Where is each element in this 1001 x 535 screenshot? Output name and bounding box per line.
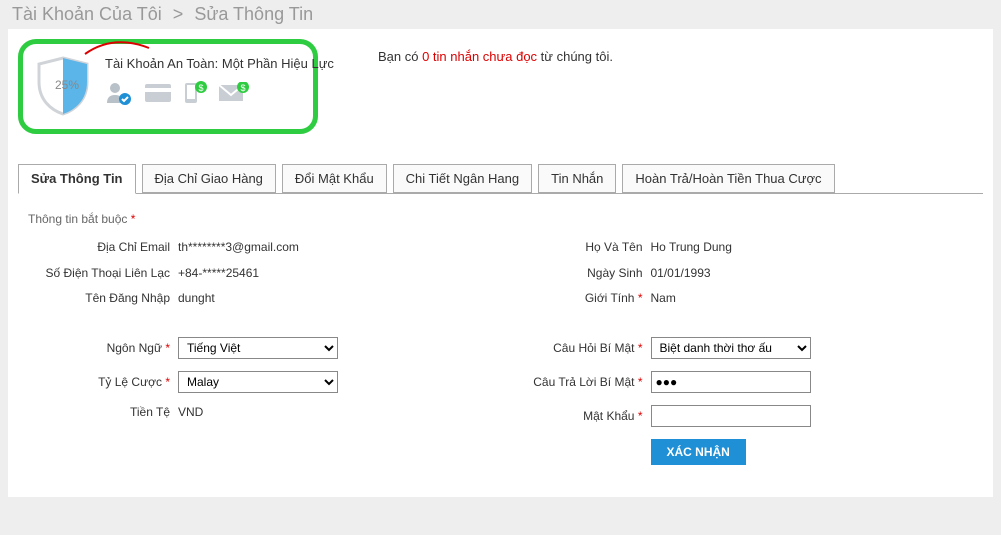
breadcrumb-current: Sửa Thông Tin bbox=[194, 4, 313, 24]
required-note: Thông tin bắt buộc * bbox=[28, 212, 973, 226]
fullname-value: Ho Trung Dung bbox=[651, 240, 732, 256]
mobile-money-icon: $ bbox=[183, 81, 207, 108]
svg-text:25%: 25% bbox=[55, 78, 79, 92]
svg-text:$: $ bbox=[241, 83, 246, 93]
username-label: Tên Đăng Nhập bbox=[28, 291, 178, 307]
currency-label: Tiền Tệ bbox=[28, 405, 178, 419]
language-select[interactable]: Tiếng Việt bbox=[178, 337, 338, 359]
phone-label: Số Điện Thoại Liên Lạc bbox=[28, 266, 178, 282]
svg-text:$: $ bbox=[199, 83, 204, 93]
breadcrumb: Tài Khoản Của Tôi > Sửa Thông Tin bbox=[0, 0, 1001, 29]
password-label: Mật Khẩu * bbox=[501, 409, 651, 423]
mail-money-icon: $ bbox=[219, 82, 249, 107]
card-icon bbox=[145, 84, 171, 105]
odds-label: Tỷ Lệ Cược * bbox=[28, 375, 178, 389]
tab-messages[interactable]: Tin Nhắn bbox=[538, 164, 616, 193]
tab-shipping[interactable]: Địa Chỉ Giao Hàng bbox=[142, 164, 276, 193]
dob-value: 01/01/1993 bbox=[651, 266, 711, 282]
gender-label: Giới Tính * bbox=[501, 291, 651, 307]
breadcrumb-sep: > bbox=[173, 4, 184, 24]
shield-icon: 25% bbox=[35, 56, 91, 116]
tab-bank-details[interactable]: Chi Tiết Ngân Hang bbox=[393, 164, 532, 193]
dob-label: Ngày Sinh bbox=[501, 266, 651, 282]
secret-question-select[interactable]: Biệt danh thời thơ ấu bbox=[651, 337, 811, 359]
message-notice: Bạn có 0 tin nhắn chưa đọc từ chúng tôi. bbox=[378, 39, 613, 64]
security-title: Tài Khoản An Toàn: Một Phần Hiệu Lực bbox=[105, 56, 334, 71]
unread-count[interactable]: 0 tin nhắn chưa đọc bbox=[422, 49, 537, 64]
currency-value: VND bbox=[178, 405, 203, 419]
tab-refund[interactable]: Hoàn Trả/Hoàn Tiền Thua Cược bbox=[622, 164, 834, 193]
language-label: Ngôn Ngữ * bbox=[28, 341, 178, 355]
tab-change-password[interactable]: Đổi Mật Khẩu bbox=[282, 164, 387, 193]
secret-answer-label: Câu Trả Lời Bí Mật * bbox=[501, 375, 651, 389]
confirm-button[interactable]: XÁC NHẬN bbox=[651, 439, 746, 465]
tabs: Sửa Thông Tin Địa Chỉ Giao Hàng Đổi Mật … bbox=[8, 164, 993, 193]
username-value: dunght bbox=[178, 291, 215, 307]
fullname-label: Họ Và Tên bbox=[501, 240, 651, 256]
email-value: th********3@gmail.com bbox=[178, 240, 299, 256]
phone-value: +84-*****25461 bbox=[178, 266, 259, 282]
password-input[interactable] bbox=[651, 405, 811, 427]
breadcrumb-root[interactable]: Tài Khoản Của Tôi bbox=[12, 4, 162, 24]
security-box: 25% Tài Khoản An Toàn: Một Phần Hiệu Lực… bbox=[18, 39, 318, 134]
odds-select[interactable]: Malay bbox=[178, 371, 338, 393]
secret-answer-input[interactable] bbox=[651, 371, 811, 393]
annotation-curve bbox=[83, 38, 153, 58]
email-label: Địa Chỉ Email bbox=[28, 240, 178, 256]
secret-question-label: Câu Hỏi Bí Mật * bbox=[501, 341, 651, 355]
profile-verified-icon bbox=[105, 81, 133, 108]
gender-value: Nam bbox=[651, 291, 676, 307]
tab-edit-info[interactable]: Sửa Thông Tin bbox=[18, 164, 136, 194]
